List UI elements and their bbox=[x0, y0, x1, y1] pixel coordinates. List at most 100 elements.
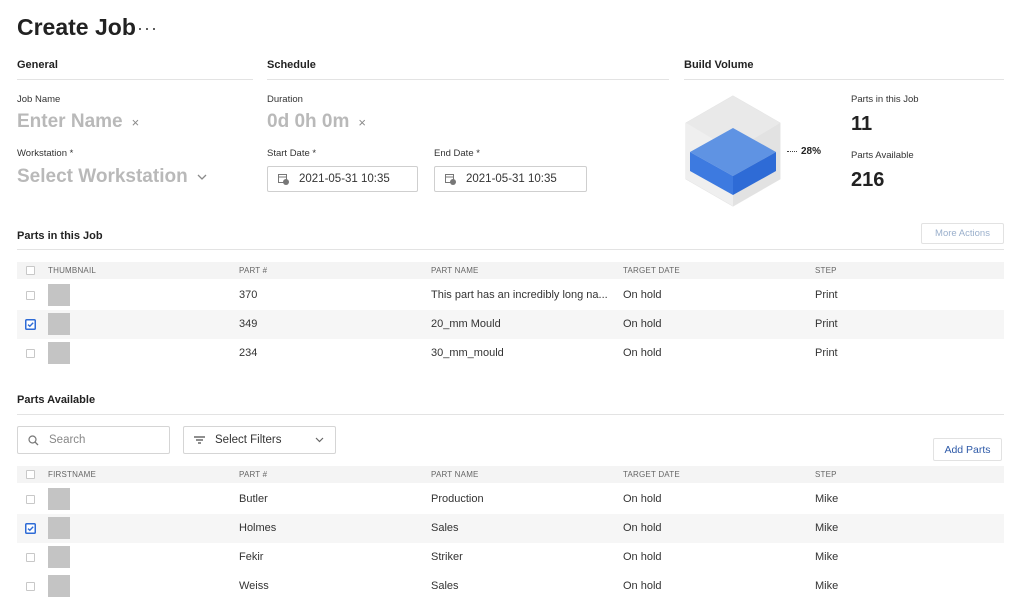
select-all-checkbox[interactable] bbox=[26, 470, 35, 479]
start-date-value: 2021-05-31 10:35 bbox=[299, 173, 390, 185]
page-title: Create Job bbox=[17, 14, 136, 40]
duration-field[interactable]: 0d 0h 0m × bbox=[267, 111, 366, 133]
parts-available-count: 216 bbox=[851, 169, 885, 191]
part-name: Sales bbox=[431, 522, 459, 534]
more-actions-button[interactable]: More Actions bbox=[921, 223, 1004, 244]
job-name-label: Job Name bbox=[17, 94, 61, 105]
duration-label: Duration bbox=[267, 94, 303, 105]
step: Mike bbox=[815, 522, 839, 534]
workstation-select[interactable]: Select Workstation bbox=[17, 166, 207, 188]
build-volume-divider bbox=[684, 79, 1004, 80]
part-thumbnail bbox=[48, 342, 70, 364]
chevron-down-icon bbox=[197, 174, 207, 180]
start-date-field[interactable]: 2021-05-31 10:35 bbox=[267, 166, 418, 192]
part-thumbnail bbox=[48, 313, 70, 335]
more-horizontal-icon[interactable]: ··· bbox=[137, 18, 158, 39]
table-row[interactable]: Weiss Sales On hold Mike bbox=[17, 572, 1004, 601]
part-name: 30_mm_mould bbox=[431, 347, 504, 359]
step: Mike bbox=[815, 493, 839, 505]
table-row[interactable]: 370 This part has an incredibly long na.… bbox=[17, 281, 1004, 310]
column-header[interactable]: PART NAME bbox=[431, 470, 479, 479]
select-all-checkbox[interactable] bbox=[26, 266, 35, 275]
target-date: On hold bbox=[623, 347, 662, 359]
first-name: Holmes bbox=[239, 522, 277, 534]
add-parts-button[interactable]: Add Parts bbox=[933, 438, 1002, 461]
parts-available-table-header: FIRSTNAME PART # PART NAME TARGET DATE S… bbox=[17, 466, 1004, 483]
column-header[interactable]: PART # bbox=[239, 266, 267, 275]
parts-available-label: Parts Available bbox=[851, 150, 914, 161]
workstation-label: Workstation * bbox=[17, 148, 74, 159]
parts-in-job-count: 11 bbox=[851, 113, 873, 135]
column-header[interactable]: THUMBNAIL bbox=[48, 266, 96, 275]
first-name: Butler bbox=[239, 493, 268, 505]
step: Mike bbox=[815, 580, 839, 592]
parts-in-job-table-header: THUMBNAIL PART # PART NAME TARGET DATE S… bbox=[17, 262, 1004, 279]
step: Print bbox=[815, 289, 838, 301]
row-checkbox[interactable] bbox=[26, 582, 35, 591]
row-checkbox-checked[interactable] bbox=[25, 319, 36, 330]
column-header[interactable]: FIRSTNAME bbox=[48, 470, 96, 479]
target-date: On hold bbox=[623, 580, 662, 592]
row-checkbox[interactable] bbox=[26, 495, 35, 504]
part-number: 349 bbox=[239, 318, 258, 330]
filter-label: Select Filters bbox=[215, 434, 282, 446]
clear-icon[interactable]: × bbox=[132, 115, 140, 130]
row-checkbox[interactable] bbox=[26, 553, 35, 562]
row-checkbox[interactable] bbox=[26, 349, 35, 358]
calendar-icon bbox=[445, 174, 456, 185]
parts-in-job-divider bbox=[17, 249, 1004, 250]
search-icon bbox=[28, 434, 39, 445]
clear-icon[interactable]: × bbox=[358, 115, 366, 130]
parts-available-heading: Parts Available bbox=[17, 394, 96, 406]
workstation-placeholder: Select Workstation bbox=[17, 166, 188, 187]
row-checkbox-checked[interactable] bbox=[25, 523, 36, 534]
table-row[interactable]: Holmes Sales On hold Mike bbox=[17, 514, 1004, 543]
table-row[interactable]: 349 20_mm Mould On hold Print bbox=[17, 310, 1004, 339]
step: Print bbox=[815, 347, 838, 359]
end-date-label: End Date * bbox=[434, 148, 480, 159]
column-header[interactable]: PART # bbox=[239, 470, 267, 479]
calendar-icon bbox=[278, 174, 289, 185]
parts-available-divider bbox=[17, 414, 1004, 415]
part-thumbnail bbox=[48, 575, 70, 597]
part-thumbnail bbox=[48, 546, 70, 568]
end-date-value: 2021-05-31 10:35 bbox=[466, 173, 557, 185]
part-thumbnail bbox=[48, 517, 70, 539]
column-header[interactable]: TARGET DATE bbox=[623, 266, 680, 275]
target-date: On hold bbox=[623, 289, 662, 301]
part-thumbnail bbox=[48, 488, 70, 510]
search-input[interactable]: Search bbox=[17, 426, 170, 454]
build-volume-heading: Build Volume bbox=[684, 59, 754, 71]
chevron-down-icon bbox=[316, 437, 324, 443]
build-volume-cube bbox=[685, 95, 781, 207]
fill-leader-line bbox=[787, 151, 797, 152]
filter-select[interactable]: Select Filters bbox=[183, 426, 336, 454]
column-header[interactable]: STEP bbox=[815, 266, 837, 275]
column-header[interactable]: TARGET DATE bbox=[623, 470, 680, 479]
part-name: This part has an incredibly long na... bbox=[431, 289, 608, 301]
target-date: On hold bbox=[623, 318, 662, 330]
part-number: 234 bbox=[239, 347, 258, 359]
table-row[interactable]: 234 30_mm_mould On hold Print bbox=[17, 339, 1004, 368]
start-date-label: Start Date * bbox=[267, 148, 317, 159]
target-date: On hold bbox=[623, 522, 662, 534]
first-name: Weiss bbox=[239, 580, 269, 592]
step: Print bbox=[815, 318, 838, 330]
fill-percent: 28% bbox=[801, 146, 822, 157]
column-header[interactable]: PART NAME bbox=[431, 266, 479, 275]
duration-value: 0d 0h 0m bbox=[267, 111, 350, 132]
schedule-divider bbox=[267, 79, 669, 80]
table-row[interactable]: Butler Production On hold Mike bbox=[17, 485, 1004, 514]
row-checkbox[interactable] bbox=[26, 291, 35, 300]
column-header[interactable]: STEP bbox=[815, 470, 837, 479]
end-date-field[interactable]: 2021-05-31 10:35 bbox=[434, 166, 587, 192]
table-row[interactable]: Fekir Striker On hold Mike bbox=[17, 543, 1004, 572]
part-name: 20_mm Mould bbox=[431, 318, 501, 330]
schedule-heading: Schedule bbox=[267, 59, 316, 71]
part-name: Sales bbox=[431, 580, 459, 592]
parts-in-job-label: Parts in this Job bbox=[851, 94, 919, 105]
part-thumbnail bbox=[48, 284, 70, 306]
part-name: Production bbox=[431, 493, 484, 505]
job-name-field[interactable]: Enter Name × bbox=[17, 111, 139, 133]
part-name: Striker bbox=[431, 551, 463, 563]
